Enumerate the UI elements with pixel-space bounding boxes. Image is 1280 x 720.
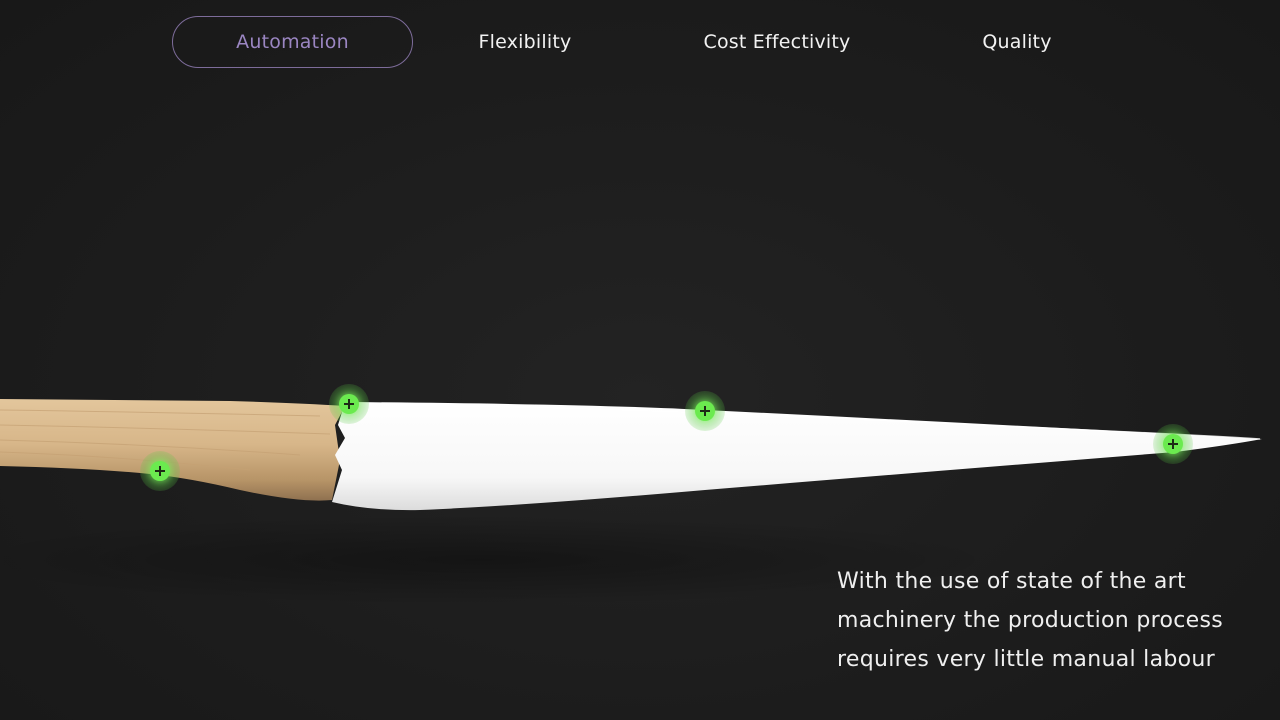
hotspot-transition-button[interactable] <box>329 384 369 424</box>
hotspot-root-button[interactable] <box>140 451 180 491</box>
hotspot-tip-button[interactable] <box>1153 424 1193 464</box>
plus-icon <box>1163 434 1183 454</box>
blade-coated-section <box>332 402 1262 511</box>
plus-icon <box>150 461 170 481</box>
plus-icon <box>339 394 359 414</box>
hotspot-mid-blade-button[interactable] <box>685 391 725 431</box>
plus-icon <box>695 401 715 421</box>
feature-description: With the use of state of the art machine… <box>837 569 1223 672</box>
product-stage: Automation Flexibility Cost Effectivity … <box>0 0 1280 720</box>
